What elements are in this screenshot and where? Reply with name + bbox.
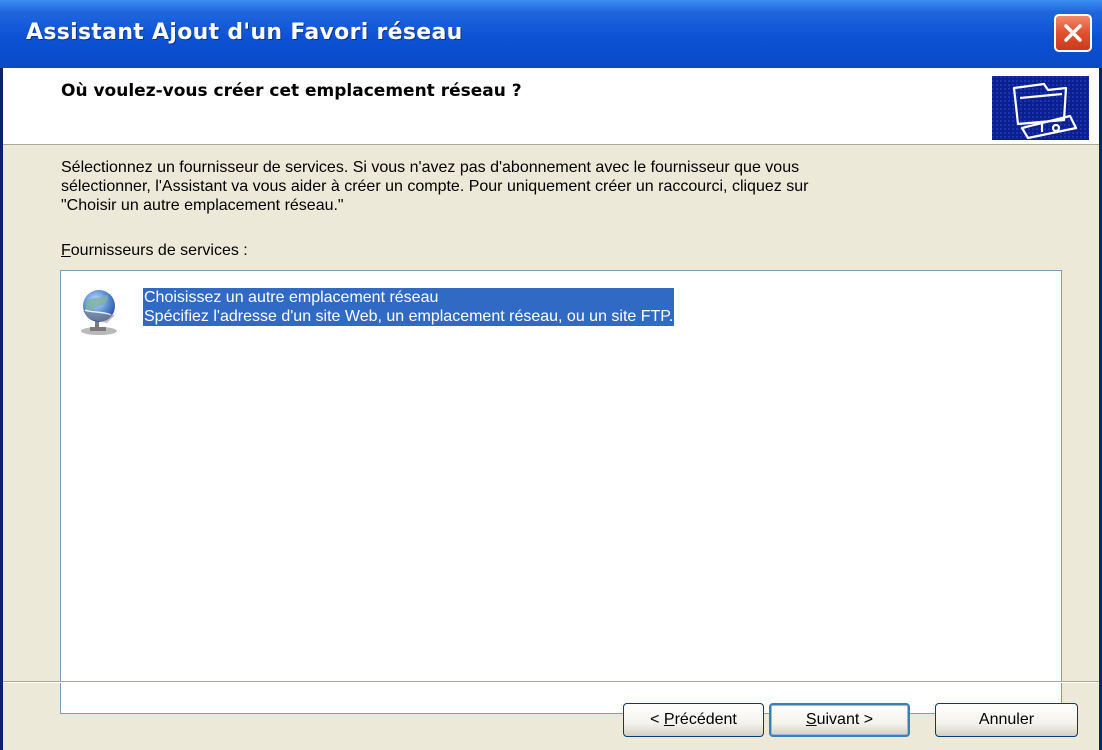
back-button-label: récédent	[674, 711, 737, 728]
description-line: Sélectionnez un fournisseur de services.…	[61, 159, 800, 176]
close-button[interactable]	[1054, 14, 1092, 52]
provider-item-text[interactable]: Choisissez un autre emplacement réseau S…	[143, 288, 675, 326]
window-title: Assistant Ajout d'un Favori réseau	[26, 20, 463, 45]
next-button-mnemonic: S	[805, 711, 817, 728]
next-button[interactable]: Suivant >	[769, 703, 910, 737]
providers-label-mnemonic: F	[61, 242, 71, 259]
wizard-description: Sélectionnez un fournisseur de services.…	[61, 158, 1041, 215]
page-title: Où voulez-vous créer cet emplacement rés…	[61, 81, 522, 101]
dialog-client: Où voulez-vous créer cet emplacement rés…	[3, 68, 1099, 750]
close-icon	[1064, 24, 1082, 42]
providers-label: Fournisseurs de services :	[61, 242, 248, 260]
network-folder-icon	[992, 76, 1089, 140]
network-globe-icon	[81, 290, 117, 335]
providers-listbox[interactable]: Choisissez un autre emplacement réseau S…	[60, 270, 1062, 714]
description-line: "Choisir un autre emplacement réseau."	[61, 197, 344, 214]
title-bar[interactable]: Assistant Ajout d'un Favori réseau	[0, 0, 1102, 68]
description-line: sélectionner, l'Assistant va vous aider …	[61, 178, 809, 195]
back-button[interactable]: < Précédent	[623, 703, 764, 737]
back-button-mnemonic: P	[663, 711, 675, 728]
provider-subtitle: Spécifiez l'adresse d'un site Web, un em…	[144, 308, 674, 325]
cancel-button-label: Annuler	[978, 711, 1035, 728]
back-button-prefix: <	[650, 711, 664, 728]
cancel-button[interactable]: Annuler	[935, 703, 1078, 737]
button-separator	[3, 681, 1099, 683]
wizard-window: Assistant Ajout d'un Favori réseau Où vo…	[0, 0, 1102, 750]
next-button-label: uivant >	[816, 711, 874, 728]
wizard-header: Où voulez-vous créer cet emplacement rés…	[3, 68, 1099, 145]
provider-title: Choisissez un autre emplacement réseau	[144, 289, 439, 306]
providers-label-text: ournisseurs de services :	[70, 242, 248, 259]
